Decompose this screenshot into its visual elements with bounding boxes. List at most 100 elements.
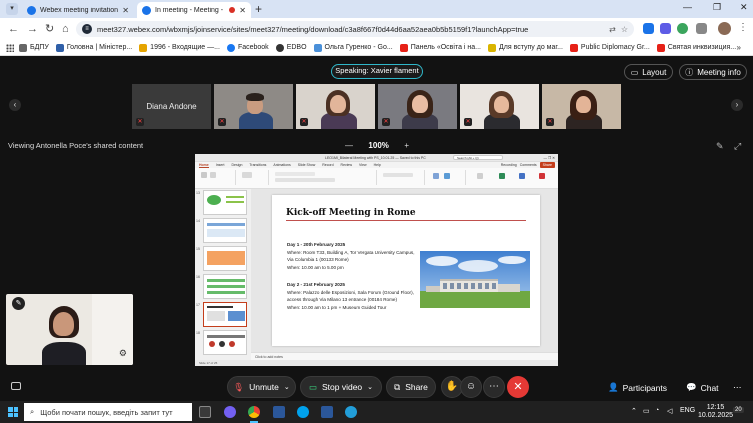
profile-avatar[interactable] xyxy=(718,22,731,35)
tab-in-meeting[interactable]: In meeting - Meeting - Webex ✕ xyxy=(137,2,251,18)
battery-icon[interactable]: ▭ xyxy=(643,407,650,415)
slide-title: Kick-off Meeting in Rome xyxy=(286,208,416,218)
windows-start-icon[interactable] xyxy=(8,407,18,417)
webex-app-icon[interactable] xyxy=(297,406,309,418)
youtube-icon xyxy=(399,43,408,52)
telegram-icon[interactable] xyxy=(345,406,357,418)
next-participants-button[interactable]: › xyxy=(731,99,743,111)
self-view-video[interactable]: ✎ ⚙ xyxy=(6,294,133,365)
fullscreen-icon[interactable]: ⤢ xyxy=(734,141,741,152)
clock[interactable]: 12:15 10.02.2025 xyxy=(698,404,733,420)
save-floppy-icon[interactable] xyxy=(273,406,285,418)
designer-icon xyxy=(519,173,525,179)
site-info-icon[interactable]: ≡ xyxy=(82,24,92,34)
layout-button[interactable]: ▭ Layout xyxy=(624,64,673,80)
sharing-label: Viewing Antonella Poce's shared content xyxy=(8,141,144,150)
paragraph-icon xyxy=(383,173,413,177)
taskbar-search-field[interactable]: ⌕ Щоби почати пошук, введіть запит тут xyxy=(24,403,192,421)
more-options-button[interactable]: ⋯ xyxy=(483,376,505,398)
slide-thumbnail-selected xyxy=(203,302,247,327)
participant-face xyxy=(494,96,509,113)
chevron-down-icon[interactable]: ⌄ xyxy=(284,383,290,391)
participant-tile[interactable]: ✕ xyxy=(296,84,375,129)
unmute-button[interactable]: 🎙 Unmute ⌄ xyxy=(227,376,296,398)
participant-tile[interactable]: ✕ xyxy=(460,84,539,129)
new-tab-button[interactable]: + xyxy=(255,2,262,16)
minimize-icon[interactable]: — xyxy=(683,2,692,12)
reactions-button[interactable]: ☺ xyxy=(460,376,482,398)
bookmark-item[interactable]: Панель «Освіта і на... xyxy=(399,43,481,52)
hand-icon: ✋ xyxy=(445,381,459,392)
participant-tile[interactable]: Diana Andone ✕ xyxy=(132,84,211,129)
word-icon[interactable] xyxy=(321,406,333,418)
extension-icon[interactable] xyxy=(677,23,688,34)
muted-mic-icon: ✕ xyxy=(546,118,554,126)
ribbon-group xyxy=(469,170,557,185)
bookmark-item[interactable]: БДПУ xyxy=(19,43,49,52)
annotate-icon[interactable]: ✎ xyxy=(716,141,724,152)
extension-icon[interactable] xyxy=(643,23,654,34)
slide-thumbnail xyxy=(203,246,247,271)
volume-icon[interactable]: ◁ xyxy=(667,407,672,415)
browser-tab-bar: ▾ Webex meeting invitation: LEO ✕ In mee… xyxy=(0,0,753,18)
close-tab-icon[interactable]: ✕ xyxy=(122,6,129,15)
notifications-badge[interactable]: 20 xyxy=(733,407,744,413)
chevron-down-icon[interactable]: ⌄ xyxy=(367,383,373,391)
bookmark-item[interactable]: 1996 - Входящие —... xyxy=(139,43,220,52)
pin-icon[interactable]: ✎ xyxy=(12,297,25,310)
video-camera-icon: ▭ xyxy=(308,381,317,392)
close-tab-icon[interactable]: ✕ xyxy=(239,6,246,15)
bookmark-item[interactable]: Ольга Гуренко - Go... xyxy=(313,43,393,52)
url-field[interactable]: ≡ meet327.webex.com/wbxmjs/joinservice/s… xyxy=(76,21,634,37)
share-button[interactable]: ⧉ Share xyxy=(386,376,436,398)
day1-where: Where: Room T33, Building A, Tor Vergata… xyxy=(287,249,415,263)
meeting-info-button[interactable]: ⓘ Meeting info xyxy=(679,64,747,80)
more-bookmarks-icon[interactable]: » xyxy=(737,43,741,52)
bookmark-item[interactable]: Для вступу до маг... xyxy=(488,43,563,52)
participant-tile[interactable]: ✕ xyxy=(542,84,621,129)
address-bar-row: ← → ↻ ⌂ ≡ meet327.webex.com/wbxmjs/joins… xyxy=(0,18,753,40)
tab-search-icon[interactable]: ▾ xyxy=(6,3,18,15)
slide-thumbnail xyxy=(203,274,247,299)
bookmark-star-icon[interactable]: ☆ xyxy=(621,25,628,34)
back-icon[interactable]: ← xyxy=(8,22,19,36)
youtube-icon xyxy=(569,43,578,52)
forward-icon[interactable]: → xyxy=(27,22,38,36)
maximize-icon[interactable]: ❐ xyxy=(713,2,721,13)
participant-tile[interactable]: ✕ xyxy=(214,84,293,129)
bookmark-item[interactable]: Facebook xyxy=(226,43,269,52)
tray-chevron-icon[interactable]: ⌃ xyxy=(631,407,637,415)
home-icon[interactable]: ⌂ xyxy=(62,22,69,36)
captions-icon[interactable] xyxy=(11,382,21,390)
leave-meeting-button[interactable]: ✕ xyxy=(507,376,529,398)
bookmark-item[interactable]: Святая инквизиция... xyxy=(656,43,736,52)
zoom-out-button[interactable]: — xyxy=(345,141,353,150)
bookmark-item[interactable]: EDBO xyxy=(275,43,307,52)
font-format-icon xyxy=(275,178,335,182)
close-window-icon[interactable]: ✕ xyxy=(740,2,748,13)
reload-icon[interactable]: ↻ xyxy=(45,22,54,36)
tab-webex-invitation[interactable]: Webex meeting invitation: LEO ✕ xyxy=(22,2,134,18)
language-indicator[interactable]: ENG xyxy=(680,407,695,414)
participants-button[interactable]: 👤 Participants xyxy=(608,382,667,393)
translate-icon[interactable]: ⇄ xyxy=(609,25,616,34)
previous-participants-button[interactable]: ‹ xyxy=(9,99,21,111)
bookmark-item[interactable]: Головна | Міністер... xyxy=(55,43,132,52)
thumb-number: 17 xyxy=(196,303,200,307)
participant-tile[interactable]: ✕ xyxy=(378,84,457,129)
wifi-icon[interactable]: ◔ xyxy=(655,407,659,414)
apps-grid-icon[interactable] xyxy=(6,44,14,52)
chrome-icon[interactable] xyxy=(248,406,260,418)
gear-icon[interactable]: ⚙ xyxy=(119,348,127,359)
task-view-icon[interactable] xyxy=(199,406,211,418)
chat-button[interactable]: 💬 Chat xyxy=(686,382,719,393)
shapes-icon xyxy=(433,173,439,179)
browser-menu-icon[interactable]: ⋮ xyxy=(738,22,748,33)
extension-icon[interactable] xyxy=(660,23,671,34)
more-panels-button[interactable]: ⋯ xyxy=(733,382,742,393)
zoom-in-button[interactable]: + xyxy=(404,141,409,150)
viber-icon[interactable] xyxy=(224,406,236,418)
stop-video-button[interactable]: ▭ Stop video ⌄ xyxy=(300,376,382,398)
bookmark-item[interactable]: Public Diplomacy Gr... xyxy=(569,43,650,52)
extensions-puzzle-icon[interactable] xyxy=(696,23,707,34)
